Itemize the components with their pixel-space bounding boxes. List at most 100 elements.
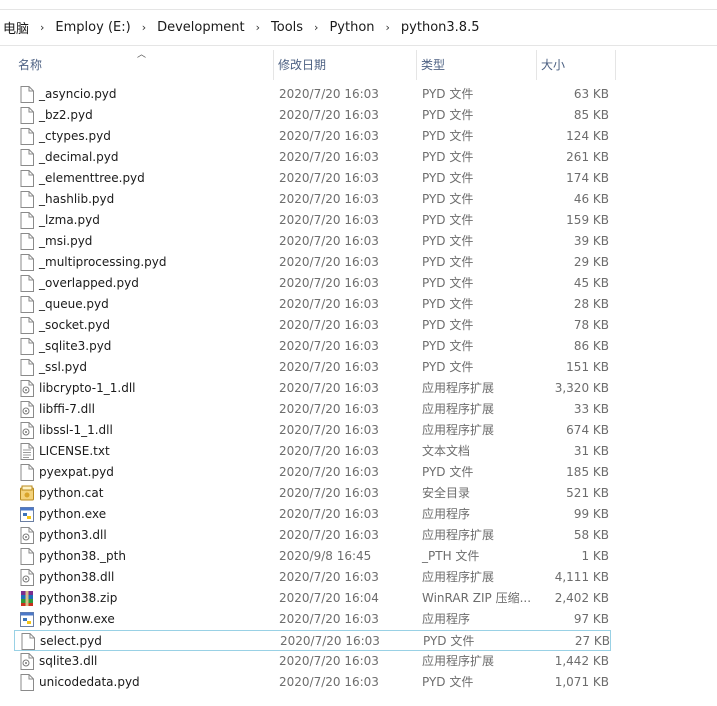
file-modified-date: 2020/7/20 16:03 xyxy=(279,339,379,353)
file-size: 58 KB xyxy=(573,528,609,542)
text-file-icon xyxy=(20,443,34,460)
breadcrumb-separator-icon[interactable]: › xyxy=(248,21,268,34)
breadcrumb-separator-icon[interactable]: › xyxy=(378,21,398,34)
file-icon xyxy=(20,128,34,145)
file-icon xyxy=(20,107,34,124)
file-name: _ctypes.pyd xyxy=(39,129,111,143)
file-row[interactable]: LICENSE.txt 2020/7/20 16:03 文本文档 31 KB xyxy=(14,441,611,462)
file-row[interactable]: unicodedata.pyd 2020/7/20 16:03 PYD 文件 1,07… xyxy=(14,672,611,693)
file-row[interactable]: _asyncio.pyd 2020/7/20 16:03 PYD 文件 63 KB xyxy=(14,84,611,105)
file-icon xyxy=(20,464,34,481)
file-row[interactable]: libcrypto-1_1.dll 2020/7/20 16:03 应用程序扩展 3,… xyxy=(14,378,611,399)
file-modified-date: 2020/7/20 16:03 xyxy=(279,423,379,437)
breadcrumb-item[interactable]: python3.8.5 xyxy=(398,20,483,35)
file-row[interactable]: pythonw.exe 2020/7/20 16:03 应用程序 97 KB xyxy=(14,609,611,630)
file-modified-date: 2020/7/20 16:03 xyxy=(279,129,379,143)
file-row[interactable]: libssl-1_1.dll 2020/7/20 16:03 应用程序扩展 674 K… xyxy=(14,420,611,441)
file-type: 安全目录 xyxy=(422,486,471,500)
column-header-date[interactable]: 修改日期 xyxy=(273,50,416,80)
file-explorer: 电脑 › Employ (E:) › Development › Tools › Python ›… xyxy=(0,0,717,706)
file-row[interactable]: _socket.pyd 2020/7/20 16:03 PYD 文件 78 KB xyxy=(14,315,611,336)
column-header-size[interactable]: 大小 xyxy=(536,50,616,80)
file-name: _bz2.pyd xyxy=(39,108,93,122)
file-size: 33 KB xyxy=(573,402,609,416)
breadcrumb: 电脑 › Employ (E:) › Development › Tools › Python ›… xyxy=(0,10,482,45)
file-size: 39 KB xyxy=(573,234,609,248)
file-size: 185 KB xyxy=(566,465,609,479)
column-header-type[interactable]: 类型 xyxy=(416,50,536,80)
file-row[interactable]: python.exe 2020/7/20 16:03 应用程序 99 KB xyxy=(14,504,611,525)
breadcrumb-item[interactable]: Python xyxy=(326,20,377,35)
breadcrumb-item[interactable]: Employ (E:) xyxy=(52,20,133,35)
file-size: 674 KB xyxy=(566,423,609,437)
file-name: _multiprocessing.pyd xyxy=(39,255,167,269)
file-icon xyxy=(20,548,34,565)
file-row[interactable]: _elementtree.pyd 2020/7/20 16:03 PYD 文件 174… xyxy=(14,168,611,189)
file-row[interactable]: libffi-7.dll 2020/7/20 16:03 应用程序扩展 33 KB xyxy=(14,399,611,420)
file-modified-date: 2020/7/20 16:03 xyxy=(279,213,379,227)
file-row[interactable]: python38.dll 2020/7/20 16:03 应用程序扩展 4,111 K… xyxy=(14,567,611,588)
file-size: 159 KB xyxy=(566,213,609,227)
file-modified-date: 2020/7/20 16:03 xyxy=(279,297,379,311)
file-name: python.cat xyxy=(39,486,104,500)
file-type: 应用程序扩展 xyxy=(422,402,495,416)
file-row[interactable]: python38.zip 2020/7/20 16:04 WinRAR ZIP 压缩… xyxy=(14,588,611,609)
file-modified-date: 2020/7/20 16:03 xyxy=(279,507,379,521)
breadcrumb-separator-icon[interactable]: › xyxy=(134,21,154,34)
file-icon xyxy=(20,86,34,103)
breadcrumb-separator-icon[interactable]: › xyxy=(306,21,326,34)
file-row[interactable]: sqlite3.dll 2020/7/20 16:03 应用程序扩展 1,442 KB xyxy=(14,651,611,672)
file-modified-date: 2020/7/20 16:04 xyxy=(279,591,379,605)
file-modified-date: 2020/7/20 16:03 xyxy=(279,654,379,668)
file-row[interactable]: python.cat 2020/7/20 16:03 安全目录 521 KB xyxy=(14,483,611,504)
file-size: 27 KB xyxy=(574,634,610,648)
file-name: _msi.pyd xyxy=(39,234,93,248)
breadcrumb-item[interactable]: Tools xyxy=(268,20,306,35)
file-name: pythonw.exe xyxy=(39,612,115,626)
file-icon xyxy=(21,633,35,650)
breadcrumb-separator-icon[interactable]: › xyxy=(32,21,52,34)
file-name: LICENSE.txt xyxy=(39,444,110,458)
file-row[interactable]: _queue.pyd 2020/7/20 16:03 PYD 文件 28 KB xyxy=(14,294,611,315)
file-size: 4,111 KB xyxy=(554,570,609,584)
file-row[interactable]: python3.dll 2020/7/20 16:03 应用程序扩展 58 KB xyxy=(14,525,611,546)
file-size: 174 KB xyxy=(566,171,609,185)
file-type: PYD 文件 xyxy=(422,150,474,164)
file-icon xyxy=(20,233,34,250)
file-row[interactable]: _sqlite3.pyd 2020/7/20 16:03 PYD 文件 86 KB xyxy=(14,336,611,357)
file-row[interactable]: _multiprocessing.pyd 2020/7/20 16:03 PYD 文… xyxy=(14,252,611,273)
python-exe-icon xyxy=(20,611,34,628)
file-row[interactable]: _ssl.pyd 2020/7/20 16:03 PYD 文件 151 KB xyxy=(14,357,611,378)
address-bar[interactable]: 电脑 › Employ (E:) › Development › Tools › Python ›… xyxy=(0,9,717,46)
file-row[interactable]: _bz2.pyd 2020/7/20 16:03 PYD 文件 85 KB xyxy=(14,105,611,126)
file-modified-date: 2020/7/20 16:03 xyxy=(279,570,379,584)
breadcrumb-item[interactable]: 电脑 xyxy=(0,18,32,37)
file-row[interactable]: _hashlib.pyd 2020/7/20 16:03 PYD 文件 46 KB xyxy=(14,189,611,210)
file-row[interactable]: _overlapped.pyd 2020/7/20 16:03 PYD 文件 45 K… xyxy=(14,273,611,294)
file-icon xyxy=(20,170,34,187)
file-modified-date: 2020/7/20 16:03 xyxy=(279,528,379,542)
file-row[interactable]: _decimal.pyd 2020/7/20 16:03 PYD 文件 261 KB xyxy=(14,147,611,168)
file-type: PYD 文件 xyxy=(422,318,474,332)
file-icon xyxy=(20,191,34,208)
file-row[interactable]: python38._pth 2020/9/8 16:45 _PTH 文件 1 KB xyxy=(14,546,611,567)
file-size: 2,402 KB xyxy=(554,591,609,605)
file-modified-date: 2020/9/8 16:45 xyxy=(279,549,372,563)
file-row[interactable]: _msi.pyd 2020/7/20 16:03 PYD 文件 39 KB xyxy=(14,231,611,252)
column-header-name[interactable]: 名称 xyxy=(14,50,272,80)
breadcrumb-item[interactable]: Development xyxy=(154,20,248,35)
file-modified-date: 2020/7/20 16:03 xyxy=(279,318,379,332)
file-row[interactable]: _ctypes.pyd 2020/7/20 16:03 PYD 文件 124 KB xyxy=(14,126,611,147)
file-row[interactable]: _lzma.pyd 2020/7/20 16:03 PYD 文件 159 KB xyxy=(14,210,611,231)
file-size: 99 KB xyxy=(573,507,609,521)
file-name: python3.dll xyxy=(39,528,107,542)
file-icon xyxy=(20,674,34,691)
file-type: 应用程序扩展 xyxy=(422,528,495,542)
file-type: 应用程序扩展 xyxy=(422,654,495,668)
file-icon xyxy=(20,149,34,166)
file-size: 1 KB xyxy=(581,549,609,563)
file-name: python38._pth xyxy=(39,549,126,563)
file-row[interactable]: select.pyd 2020/7/20 16:03 PYD 文件 27 KB xyxy=(14,630,611,651)
file-type: 文本文档 xyxy=(422,444,471,458)
file-row[interactable]: pyexpat.pyd 2020/7/20 16:03 PYD 文件 185 KB xyxy=(14,462,611,483)
